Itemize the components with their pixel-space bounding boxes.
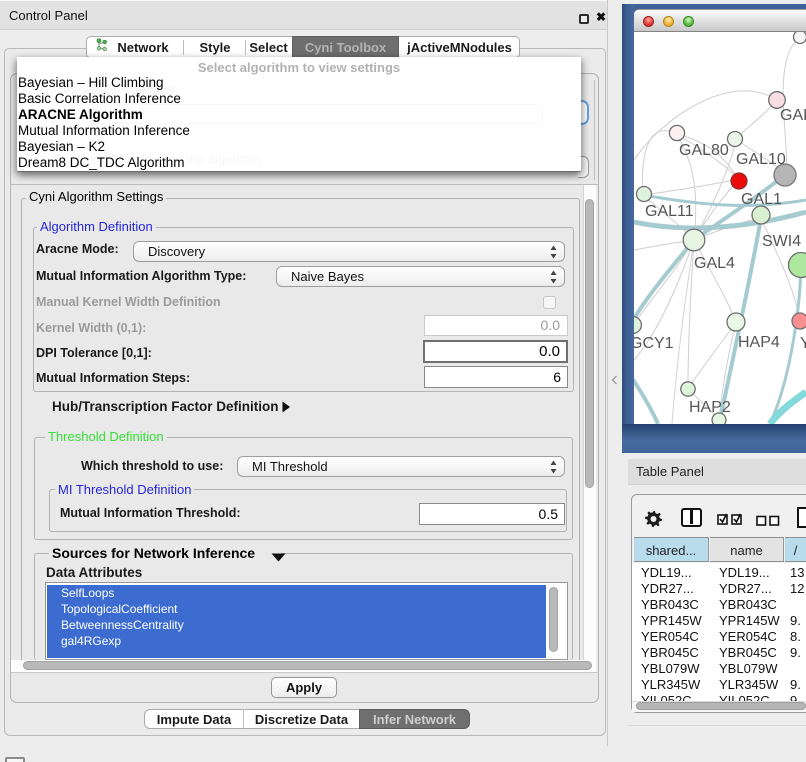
- svg-text:GAL80: GAL80: [679, 142, 729, 159]
- svg-text:HAP4: HAP4: [738, 334, 780, 351]
- svg-text:GAL4: GAL4: [694, 255, 735, 272]
- svg-text:GAL7: GAL7: [780, 107, 806, 124]
- svg-text:GCY1: GCY1: [634, 335, 674, 352]
- svg-text:HAP2: HAP2: [689, 399, 731, 416]
- svg-text:Y: Y: [800, 335, 806, 352]
- svg-text:GAL10: GAL10: [736, 151, 786, 168]
- svg-text:GAL1: GAL1: [741, 191, 782, 208]
- svg-text:SWI4: SWI4: [762, 233, 801, 250]
- svg-text:GAL11: GAL11: [645, 203, 694, 220]
